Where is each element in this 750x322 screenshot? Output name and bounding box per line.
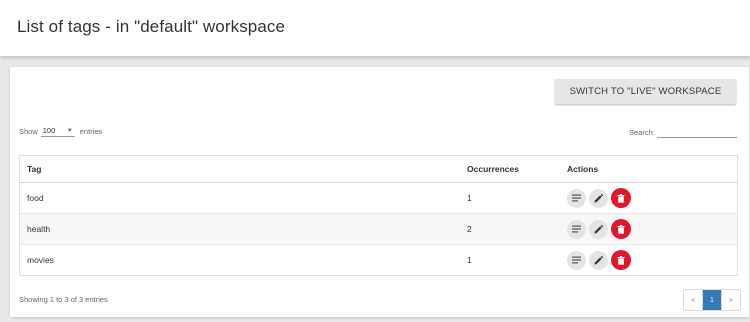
edit-button[interactable]	[589, 250, 608, 270]
page-1-button[interactable]: 1	[703, 290, 722, 310]
entries-select[interactable]: 100 ▼	[40, 126, 75, 137]
delete-button[interactable]	[611, 250, 631, 270]
delete-button[interactable]	[611, 219, 631, 239]
tag-cell: movies	[19, 244, 460, 276]
length-menu: Show 100 ▼ entries	[19, 126, 102, 137]
tag-cell: health	[19, 213, 460, 245]
occurrences-cell: 2	[460, 213, 560, 245]
view-button[interactable]	[567, 219, 586, 239]
actions-cell	[560, 182, 738, 214]
edit-button[interactable]	[589, 188, 608, 208]
trash-icon	[617, 255, 625, 265]
pencil-icon	[594, 255, 603, 264]
view-button[interactable]	[567, 188, 586, 208]
search-label: Search:	[629, 127, 655, 137]
table-row: food 1	[19, 182, 738, 214]
length-menu-prefix: Show	[19, 127, 38, 136]
table-row: health 2	[19, 213, 738, 245]
search-input[interactable]	[656, 126, 737, 138]
delete-button[interactable]	[611, 188, 631, 208]
pencil-icon	[594, 193, 603, 202]
length-menu-suffix: entries	[79, 127, 103, 136]
actions-cell	[560, 244, 738, 276]
occurrences-cell: 1	[460, 182, 560, 214]
table-row: movies 1	[19, 244, 738, 276]
page-header: List of tags - in "default" workspace	[0, 0, 750, 56]
column-header-occurrences[interactable]: Occurrences	[460, 155, 560, 183]
trash-icon	[617, 224, 625, 234]
list-icon	[572, 256, 581, 264]
next-page-button[interactable]: »	[722, 290, 740, 310]
list-icon	[572, 194, 581, 202]
caret-down-icon: ▼	[66, 127, 73, 134]
tag-cell: food	[19, 182, 460, 214]
tags-panel: Switch to "live" workspace Show 100 ▼ en…	[10, 67, 749, 317]
column-header-actions: Actions	[560, 155, 738, 183]
list-icon	[572, 225, 581, 233]
occurrences-cell: 1	[460, 244, 560, 276]
entries-select-value: 100	[42, 126, 56, 135]
view-button[interactable]	[567, 250, 586, 270]
pencil-icon	[594, 224, 603, 233]
actions-cell	[560, 213, 738, 245]
tags-table: Tag Occurrences Actions food 1 health 2 …	[19, 155, 738, 276]
pagination: « 1 »	[683, 289, 741, 311]
edit-button[interactable]	[589, 219, 608, 239]
page-title: List of tags - in "default" workspace	[17, 17, 286, 36]
trash-icon	[617, 193, 625, 203]
search-box: Search:	[629, 126, 737, 138]
table-header-row: Tag Occurrences Actions	[19, 155, 738, 183]
column-header-tag[interactable]: Tag	[19, 155, 460, 183]
switch-workspace-button[interactable]: Switch to "live" workspace	[555, 79, 736, 104]
table-info: Showing 1 to 3 of 3 entries	[19, 295, 108, 304]
prev-page-button[interactable]: «	[684, 290, 703, 310]
